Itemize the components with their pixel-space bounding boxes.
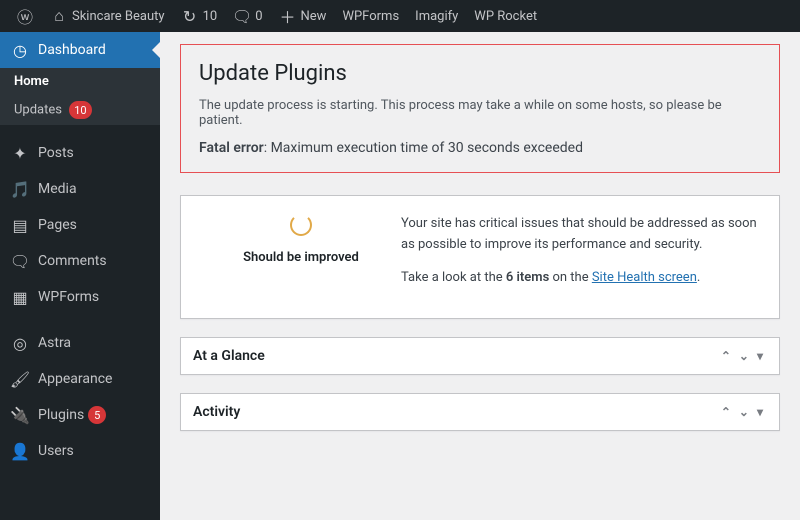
health-message: Your site has critical issues that shoul… [401, 214, 759, 300]
adminbar-wpforms[interactable]: WPForms [334, 0, 407, 32]
sidebar-item-users[interactable]: 👤 Users [0, 433, 160, 469]
move-down-button[interactable]: ⌄ [735, 349, 753, 363]
page-title: Update Plugins [199, 61, 761, 86]
sidebar-label-wpforms: WPForms [38, 289, 99, 305]
sidebar-item-astra[interactable]: ◎ Astra [0, 325, 160, 361]
comment-icon: 🗨︎ [10, 251, 30, 271]
comments-count: 0 [255, 9, 262, 24]
toggle-button[interactable]: ▾ [753, 349, 767, 363]
updates-link[interactable]: ↻10 [173, 0, 226, 32]
new-label: New [301, 9, 327, 24]
at-a-glance-box: At a Glance ⌃ ⌄ ▾ [180, 337, 780, 375]
fatal-error-text: Fatal error: Maximum execution time of 3… [199, 140, 761, 156]
sidebar-label-posts: Posts [38, 145, 74, 161]
site-health-panel: Should be improved Your site has critica… [180, 195, 780, 319]
update-error-box: Update Plugins The update process is sta… [180, 44, 780, 173]
updates-badge: 10 [69, 101, 91, 119]
sidebar-label-dashboard: Dashboard [38, 42, 106, 58]
adminbar-wprocket[interactable]: WP Rocket [466, 0, 545, 32]
spinner-icon [290, 214, 312, 236]
sidebar-item-wpforms[interactable]: ▦ WPForms [0, 279, 160, 315]
sidebar-item-media[interactable]: 🎵 Media [0, 171, 160, 207]
user-icon: 👤 [10, 441, 30, 461]
main-content: Update Plugins The update process is sta… [160, 32, 800, 520]
sidebar-label-appearance: Appearance [38, 371, 112, 387]
sidebar-label-astra: Astra [38, 335, 71, 351]
sidebar-label-pages: Pages [38, 217, 77, 233]
toggle-button[interactable]: ▾ [753, 405, 767, 419]
sidebar-label-plugins: Plugins [38, 407, 84, 423]
form-icon: ▦ [10, 287, 30, 307]
pin-icon: ✦ [10, 143, 30, 163]
plugins-badge: 5 [88, 406, 106, 424]
sidebar-label-media: Media [38, 181, 77, 197]
sidebar-item-dashboard[interactable]: ◷ Dashboard [0, 32, 160, 68]
health-status: Should be improved [201, 214, 401, 300]
site-name: Skincare Beauty [72, 9, 165, 24]
move-up-button[interactable]: ⌃ [717, 349, 735, 363]
updates-count: 10 [203, 9, 218, 24]
sidebar-item-pages[interactable]: ▤ Pages [0, 207, 160, 243]
wp-logo[interactable]: ⓦ [8, 0, 42, 32]
activity-box: Activity ⌃ ⌄ ▾ [180, 393, 780, 431]
brush-icon: 🖌 [10, 369, 30, 389]
health-status-label: Should be improved [201, 250, 401, 265]
admin-sidebar: ◷ Dashboard Home Updates 10 ✦ Posts 🎵 Me… [0, 32, 160, 520]
astra-icon: ◎ [10, 333, 30, 353]
admin-bar: ⓦ ⌂Skincare Beauty ↻10 🗨︎0 ＋New WPForms … [0, 0, 800, 32]
sidebar-item-appearance[interactable]: 🖌 Appearance [0, 361, 160, 397]
sidebar-item-comments[interactable]: 🗨︎ Comments [0, 243, 160, 279]
sidebar-label-users: Users [38, 443, 74, 459]
new-content[interactable]: ＋New [271, 0, 335, 32]
adminbar-imagify[interactable]: Imagify [407, 0, 466, 32]
site-home[interactable]: ⌂Skincare Beauty [42, 0, 173, 32]
comments-link[interactable]: 🗨︎0 [225, 0, 270, 32]
dashboard-icon: ◷ [10, 40, 30, 60]
box-title-glance: At a Glance [193, 348, 717, 364]
move-up-button[interactable]: ⌃ [717, 405, 735, 419]
pages-icon: ▤ [10, 215, 30, 235]
plug-icon: 🔌 [10, 405, 30, 425]
sidebar-item-posts[interactable]: ✦ Posts [0, 135, 160, 171]
update-starting-text: The update process is starting. This pro… [199, 98, 761, 128]
sidebar-item-plugins[interactable]: 🔌 Plugins 5 [0, 397, 160, 433]
sidebar-label-comments: Comments [38, 253, 107, 269]
site-health-link[interactable]: Site Health screen [592, 270, 697, 285]
sidebar-sub-home[interactable]: Home [0, 68, 160, 95]
move-down-button[interactable]: ⌄ [735, 405, 753, 419]
sidebar-sub-updates[interactable]: Updates 10 [0, 95, 160, 125]
media-icon: 🎵 [10, 179, 30, 199]
box-title-activity: Activity [193, 404, 717, 420]
